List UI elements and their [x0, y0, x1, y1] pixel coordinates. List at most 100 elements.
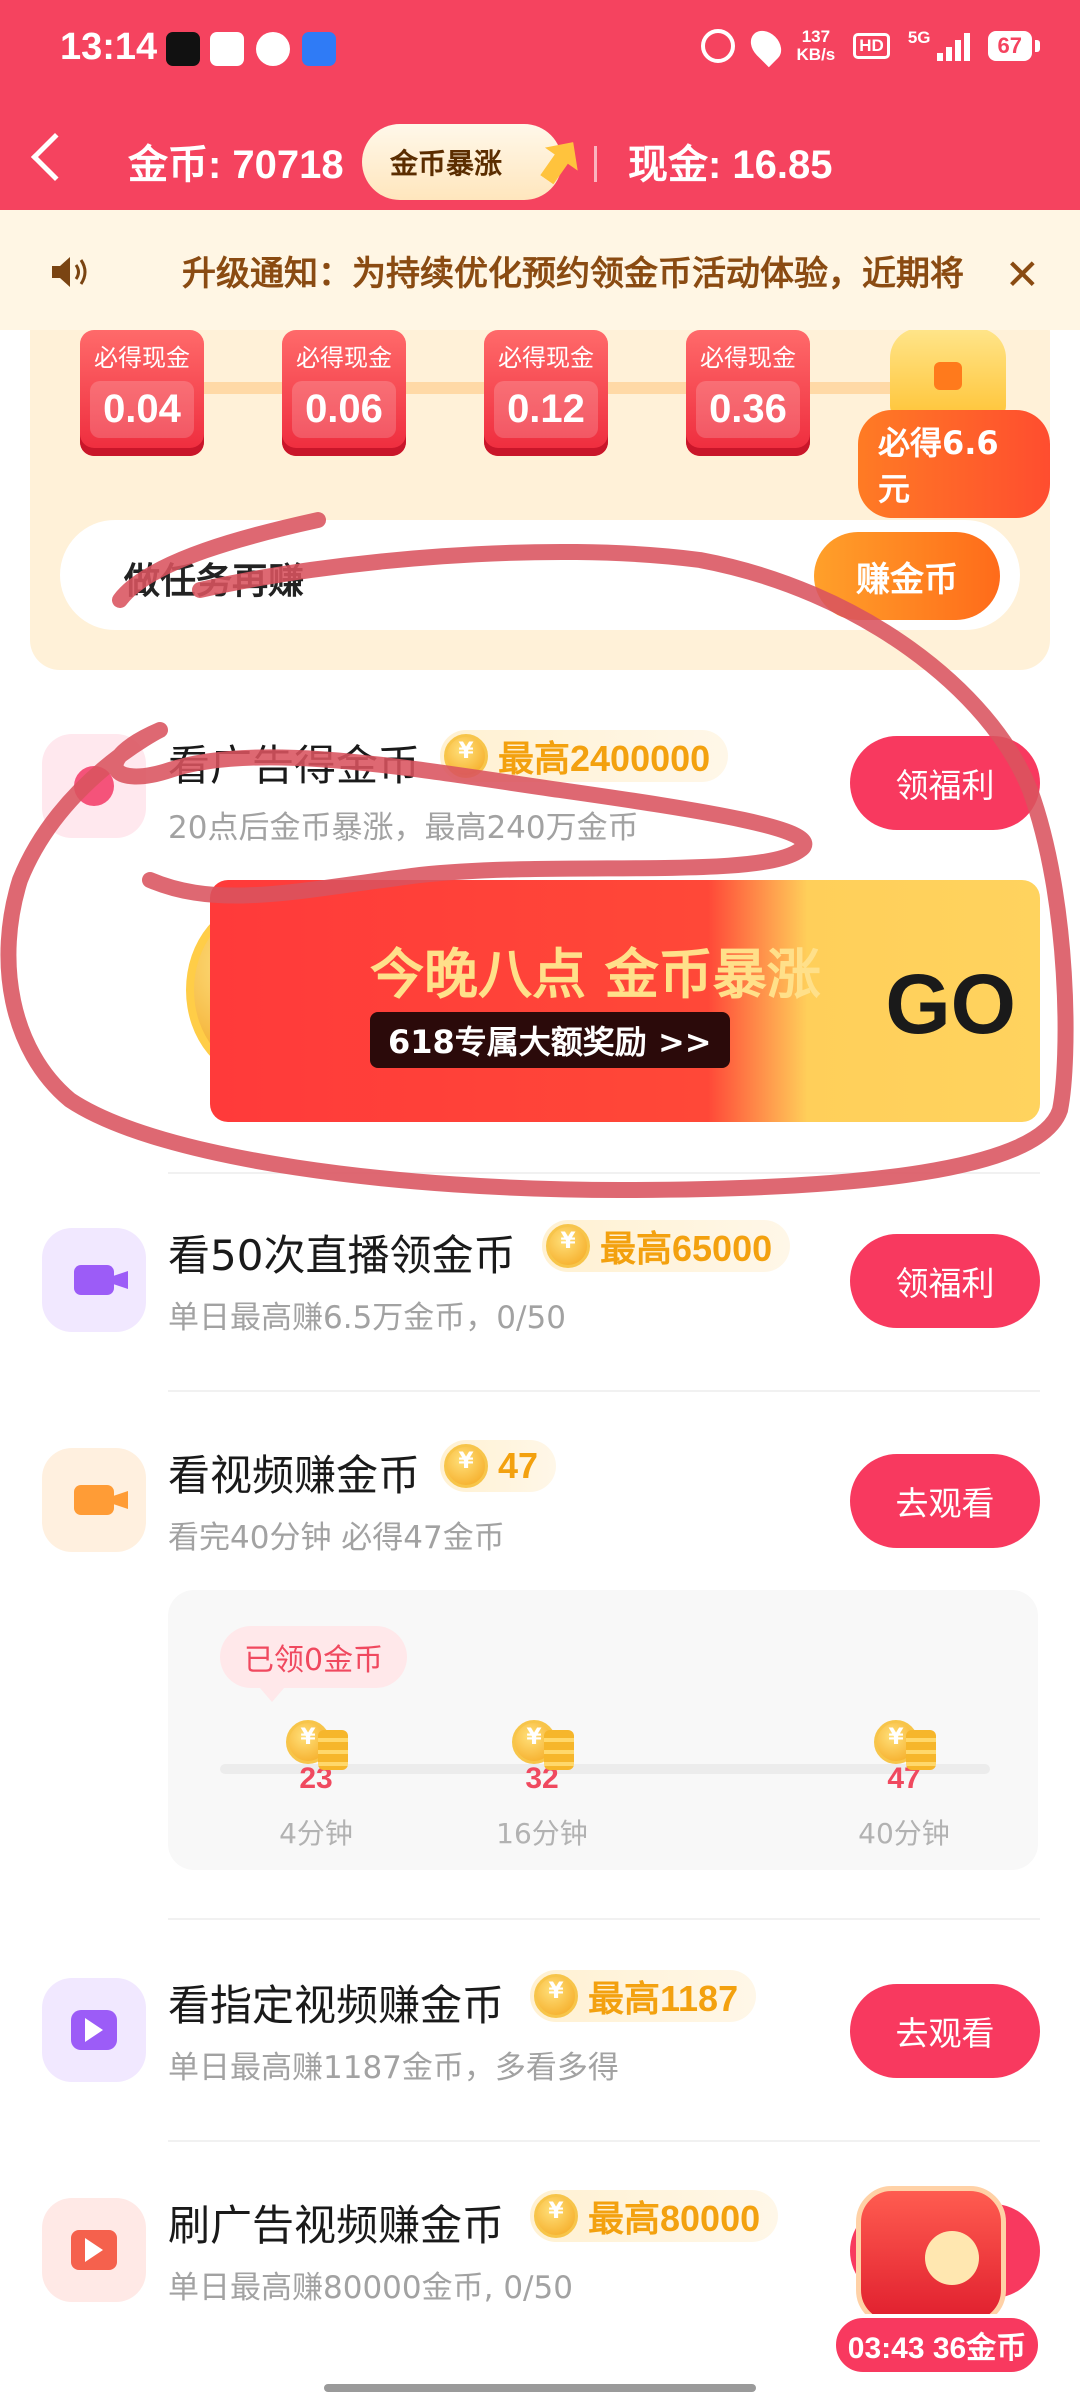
task-subtitle: 单日最高赚6.5万金币，0/50 [168, 1300, 566, 1336]
home-indicator[interactable] [324, 2384, 756, 2392]
upgrade-notice: 升级通知：为持续优化预约领金币活动体验，近期将 ✕ [0, 210, 1080, 330]
claim-benefit-button[interactable]: 领福利 [850, 1234, 1040, 1328]
task-live-coins: 看50次直播领金币 最高65000 单日最高赚6.5万金币，0/50 领福利 [0, 1200, 1080, 1380]
reward-item[interactable]: 必得现金 0.36 [686, 330, 810, 456]
coin-icon [534, 2194, 578, 2238]
task-title: 看50次直播领金币 [168, 1231, 516, 1280]
video-camera-icon [42, 1228, 146, 1332]
milestone-time: 40分钟 [858, 1817, 950, 1850]
task-reward: 最高1187 [530, 1970, 757, 2022]
task-reward: 最高65000 [542, 1220, 791, 1272]
coin-surge-label: 金币暴涨 [390, 147, 503, 180]
coin-icon [444, 734, 488, 778]
coin-surge-button[interactable]: 金币暴涨 [362, 124, 562, 200]
app-header: 13:14 137 KB/s HD 5G 67 金币: 70718 金币暴涨 现… [0, 0, 1080, 210]
status-indicators: 137 KB/s HD 5G 67 [700, 24, 1041, 68]
reward-item[interactable]: 必得现金 0.12 [484, 330, 608, 456]
alarm-icon [700, 29, 735, 63]
lock-icon [934, 362, 962, 390]
task-title: 刷广告视频赚金币 [168, 2201, 505, 2250]
reward-label: 必得现金 [94, 344, 190, 372]
banner-title: 今晚八点 金币暴涨 [370, 943, 821, 1006]
game-app-icon [210, 32, 244, 66]
video-ad-icon [42, 2198, 146, 2302]
reward-item[interactable]: 必得现金 0.04 [80, 330, 204, 456]
status-bar: 13:14 137 KB/s HD 5G 67 [0, 0, 1080, 100]
task-subtitle: 单日最高赚80000金币, 0/50 [168, 2270, 573, 2306]
reward-value: 0.04 [90, 381, 194, 438]
reward-item[interactable]: 必得现金 0.06 [282, 330, 406, 456]
final-reward-badge[interactable]: 必得6.6元 [858, 410, 1050, 518]
hd-indicator: HD [853, 33, 890, 59]
wifi-app-icon [302, 32, 336, 66]
coin-icon [534, 1974, 578, 2018]
network-speed: 137 KB/s [797, 28, 836, 64]
speed-value: 137 [801, 27, 831, 46]
coin-stack-icon [844, 1720, 964, 1772]
gift-timer[interactable]: 03:43 36金币 [832, 2314, 1042, 2376]
coin-stack-icon [482, 1720, 602, 1772]
claimed-coins-tag: 已领0金币 [220, 1626, 408, 1702]
divider [168, 1172, 1040, 1174]
status-time: 13:14 [60, 26, 158, 68]
cash-reward-card: 必得现金 0.04 必得现金 0.06 必得现金 0.12 必得现金 0.36 … [30, 300, 1050, 670]
banner-go-button[interactable]: GO [885, 956, 1016, 1053]
back-icon[interactable] [30, 132, 80, 182]
milestone-time: 16分钟 [496, 1817, 588, 1850]
reward-value: 0.06 [292, 381, 396, 438]
task-watch-video: 看视频赚金币 47 看完40分钟 必得47金币 去观看 [0, 1420, 1080, 1590]
task-reward: 最高2400000 [440, 730, 729, 782]
gold-pot-icon [890, 328, 1006, 420]
task-reward-value: 最高65000 [600, 1228, 773, 1269]
divider [168, 1918, 1040, 1920]
reward-label: 必得现金 [296, 344, 392, 372]
ad-icon [42, 734, 146, 838]
coin-icon [444, 1444, 488, 1488]
task-reward-value: 最高80000 [588, 2198, 761, 2239]
task-title: 看广告得金币 [168, 741, 421, 790]
speaker-icon [52, 257, 87, 287]
reward-value: 0.12 [494, 381, 598, 438]
close-icon[interactable]: ✕ [1005, 250, 1040, 299]
location-icon [744, 24, 787, 68]
milestone-time: 4分钟 [279, 1817, 353, 1850]
divider [168, 2140, 1040, 2142]
reward-label: 必得现金 [498, 344, 594, 372]
task-specified-video: 看指定视频赚金币 最高1187 单日最高赚1187金币，多看多得 去观看 [0, 1950, 1080, 2110]
douyin-app-icon [166, 32, 200, 66]
speed-unit: KB/s [796, 45, 836, 64]
header-divider [594, 146, 597, 182]
play-icon [42, 1978, 146, 2082]
notice-text: 升级通知：为持续优化预约领金币活动体验，近期将 [182, 254, 964, 294]
banner-subtitle: 618专属大额奖励 >> [370, 1012, 730, 1068]
video-progress-card: 已领0金币 23 4分钟 32 16分钟 47 40分钟 [168, 1590, 1038, 1870]
watch-button[interactable]: 去观看 [850, 1984, 1040, 2078]
task-reward: 最高80000 [530, 2190, 779, 2242]
floating-gift-box[interactable] [842, 2182, 1022, 2332]
coin-balance: 金币: 70718 [128, 143, 344, 187]
progress-milestone: 23 4分钟 [256, 1720, 376, 1852]
task-title: 看指定视频赚金币 [168, 1981, 505, 2030]
up-arrow-icon [530, 131, 589, 192]
progress-milestone: 32 16分钟 [482, 1720, 602, 1852]
claim-benefit-button[interactable]: 领福利 [850, 736, 1040, 830]
network-type: 5G [907, 28, 931, 47]
battery-indicator: 67 [987, 31, 1041, 61]
link-app-icon [256, 32, 290, 66]
task-reward: 47 [440, 1440, 557, 1492]
earn-coins-row: 做任务再赚 赚金币 [60, 520, 1020, 630]
task-title: 看视频赚金币 [168, 1451, 421, 1500]
reward-label: 必得现金 [700, 344, 796, 372]
watch-button[interactable]: 去观看 [850, 1454, 1040, 1548]
task-subtitle: 单日最高赚1187金币，多看多得 [168, 2050, 619, 2086]
surge-banner[interactable]: 今晚八点 金币暴涨 618专属大额奖励 >> GO [210, 880, 1040, 1122]
signal-icon [936, 31, 970, 61]
task-reward-value: 最高1187 [588, 1978, 739, 2019]
coin-icon [925, 2231, 979, 2285]
task-ad-coins: 看广告得金币 最高2400000 20点后金币暴涨，最高240万金币 领福利 [0, 700, 1080, 860]
task-subtitle: 看完40分钟 必得47金币 [168, 1520, 505, 1556]
reward-value: 0.36 [696, 381, 800, 438]
earn-coins-button[interactable]: 赚金币 [814, 532, 1000, 620]
coin-stack-icon [256, 1720, 376, 1772]
divider [168, 1390, 1040, 1392]
